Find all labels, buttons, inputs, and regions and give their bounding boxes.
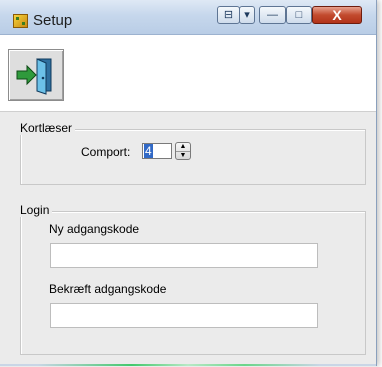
- restore-icon: ⊟: [223, 9, 234, 21]
- compact-view-button[interactable]: ⊟: [217, 6, 240, 24]
- setup-window: Setup ⊟ ▾ — □ X Kortlæser Comport: 4 ▲ ▼…: [0, 0, 377, 367]
- minimize-icon: —: [267, 9, 278, 21]
- confirm-password-field[interactable]: [50, 303, 318, 328]
- exit-door-icon: [16, 58, 52, 95]
- comport-spinner[interactable]: ▲ ▼: [175, 142, 191, 160]
- window-menu-dropdown-button[interactable]: ▾: [239, 6, 255, 24]
- comport-input[interactable]: 4: [142, 143, 172, 159]
- title-bar[interactable]: Setup ⊟ ▾ — □ X: [0, 0, 376, 35]
- comport-value: 4: [144, 144, 153, 158]
- kortlaeser-legend: Kortlæser: [17, 121, 76, 135]
- spin-down-icon[interactable]: ▼: [176, 152, 190, 160]
- maximize-button[interactable]: □: [286, 6, 312, 24]
- toolbar: [0, 35, 376, 111]
- maximize-icon: □: [295, 9, 303, 21]
- window-title: Setup: [33, 12, 73, 29]
- close-button[interactable]: X: [312, 6, 362, 24]
- new-password-field[interactable]: [50, 243, 318, 268]
- confirm-password-label: Bekræft adgangskode: [49, 282, 167, 296]
- settings-panel: Kortlæser Comport: 4 ▲ ▼ Login Ny adgang…: [0, 111, 376, 367]
- comport-label: Comport:: [81, 145, 131, 159]
- login-legend: Login: [17, 203, 53, 217]
- exit-button[interactable]: [8, 49, 64, 101]
- new-password-label: Ny adgangskode: [49, 222, 140, 236]
- close-icon: X: [332, 7, 342, 23]
- app-icon: [13, 14, 28, 28]
- chevron-down-icon: ▾: [244, 9, 250, 21]
- kortlaeser-group: Kortlæser: [17, 121, 366, 185]
- minimize-button[interactable]: —: [259, 6, 286, 24]
- spin-up-icon[interactable]: ▲: [176, 143, 190, 152]
